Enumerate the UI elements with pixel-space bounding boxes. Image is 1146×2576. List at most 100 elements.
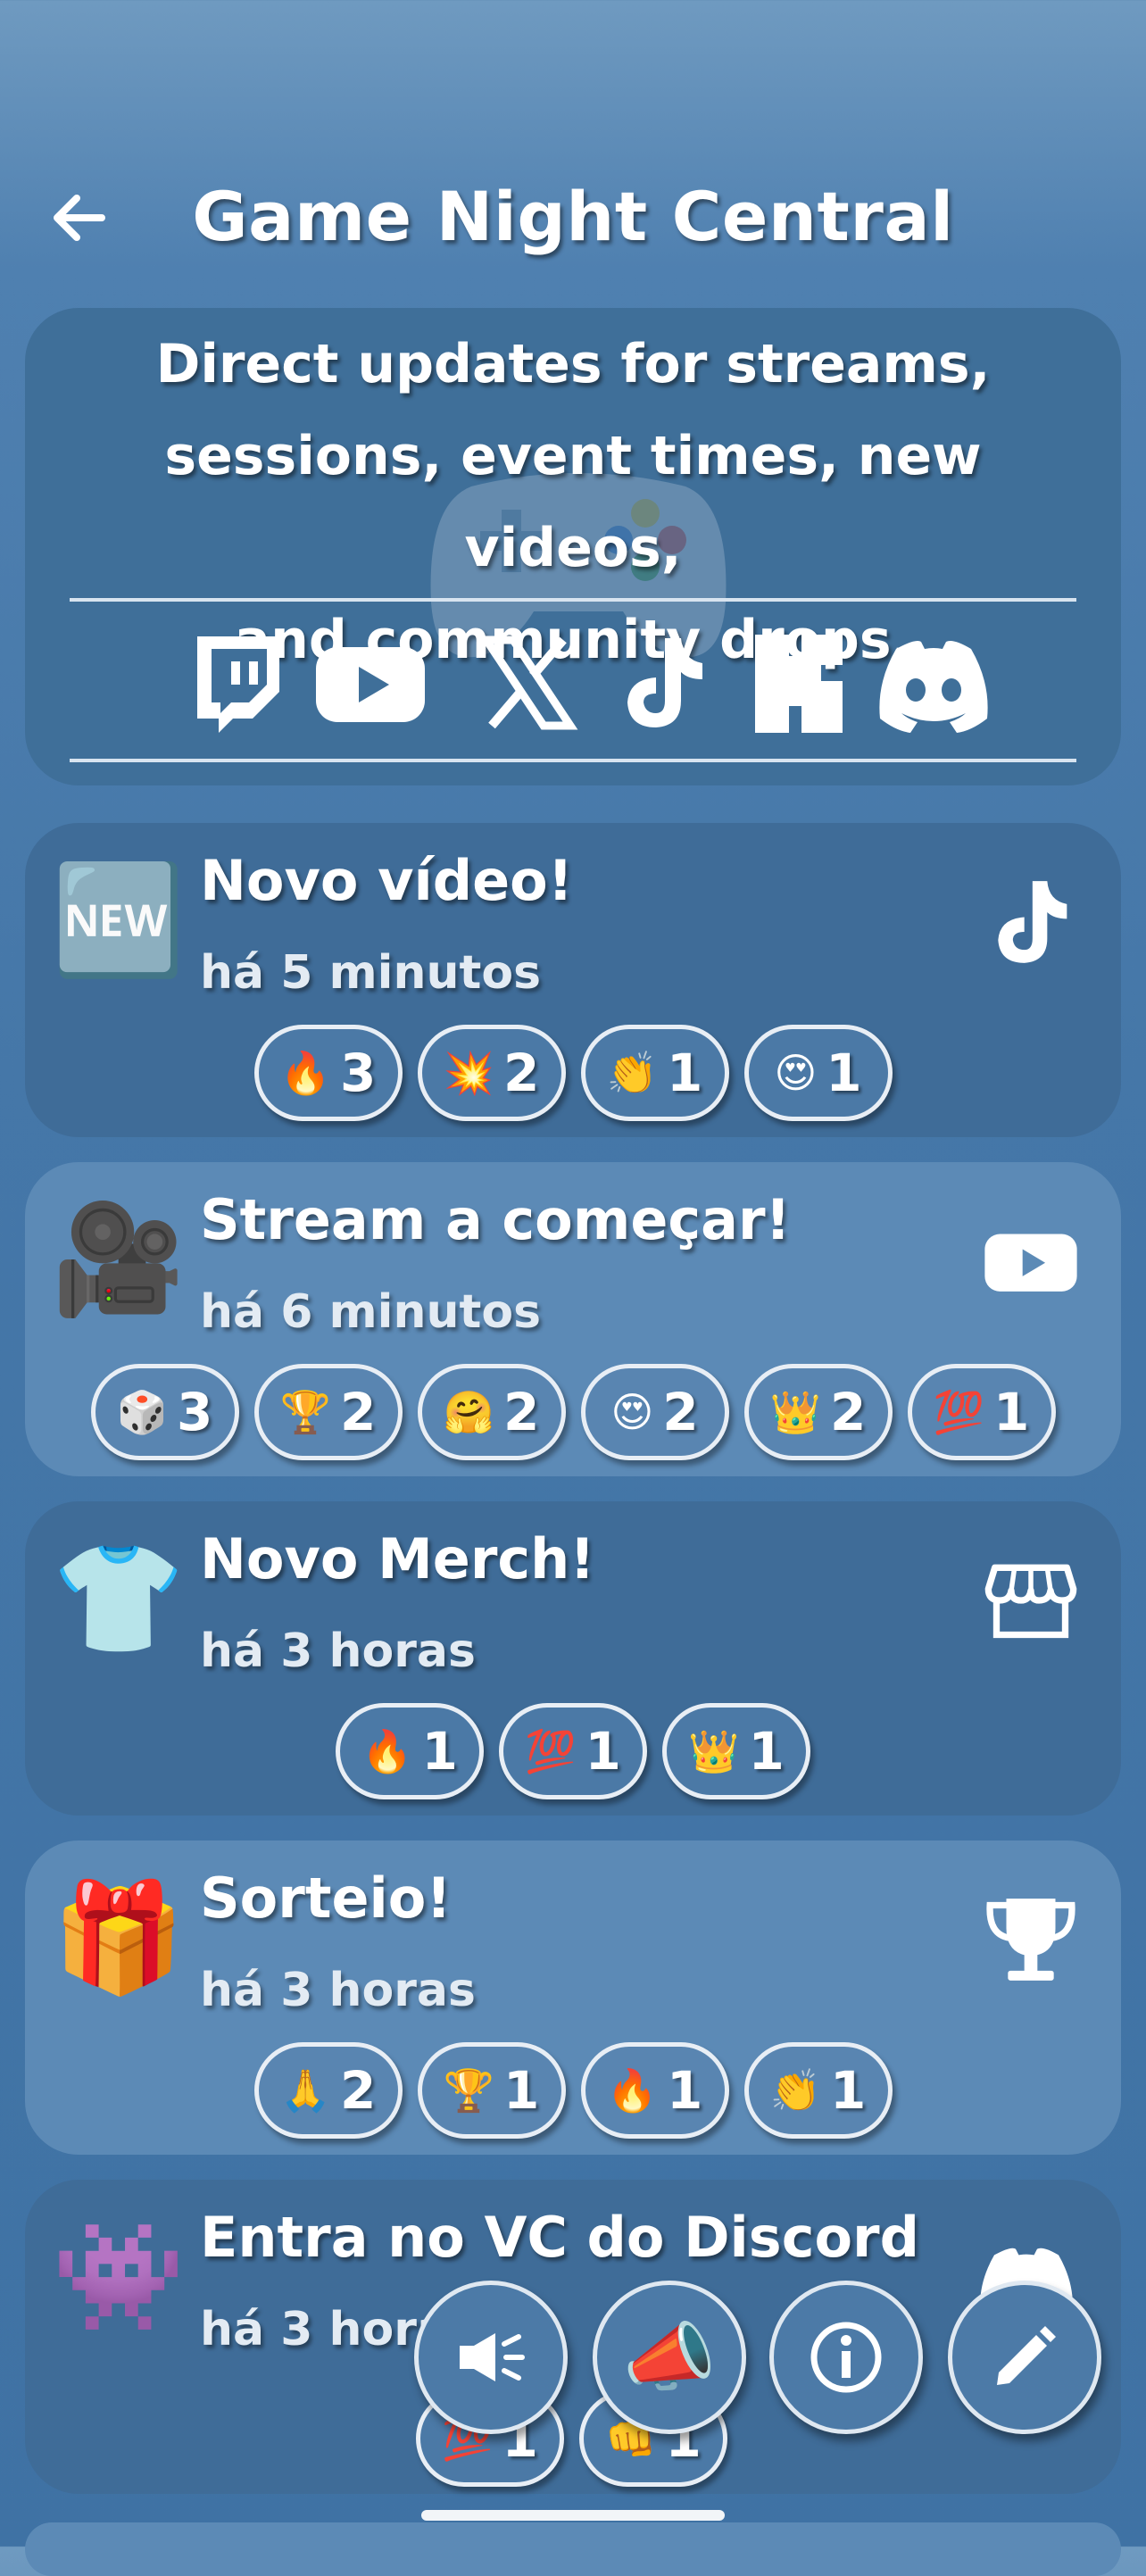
info-card: Direct updates for streams, sessions, ev… [25, 308, 1121, 785]
reaction-emoji: 🎲 [116, 1388, 168, 1436]
reaction-count: 3 [176, 1382, 213, 1442]
reaction-list: 🙏 2 🏆 1 🔥 1 👏 1 [25, 2042, 1121, 2142]
card-title: Entra no VC do Discord [200, 2205, 919, 2270]
alien-monster-icon: 👾 [52, 2215, 186, 2339]
home-indicator [421, 2510, 725, 2521]
card-title: Stream a começar! [200, 1187, 791, 1252]
movie-camera-icon: 🎥 [52, 1198, 186, 1322]
megaphone-button[interactable]: 📣 [593, 2281, 746, 2434]
reaction-pill[interactable]: 👑 1 [662, 1703, 810, 1799]
reaction-pill[interactable]: 🏆 1 [417, 2042, 566, 2139]
reaction-emoji: 🏆 [279, 1388, 331, 1436]
reaction-emoji: 😍 [774, 1049, 818, 1097]
new-badge-icon: 🆕 [52, 859, 186, 983]
reaction-pill[interactable]: 🔥 3 [253, 1025, 403, 1121]
reaction-count: 1 [748, 1721, 785, 1782]
feed-card[interactable]: 🎥 Stream a começar! há 6 minutos 🎲 3 🏆 2 🤗… [25, 1162, 1121, 1476]
reaction-count: 1 [992, 1382, 1030, 1442]
reaction-count: 1 [421, 1721, 458, 1782]
reaction-count: 2 [339, 1382, 377, 1442]
reaction-emoji: 👏 [606, 1049, 658, 1097]
divider [70, 759, 1076, 762]
feed-card[interactable]: 🆕 Novo vídeo! há 5 minutos 🔥 3 💥 2 👏 1 😍 1 [25, 823, 1121, 1137]
feed-card-partial [25, 2522, 1121, 2576]
edit-button[interactable] [948, 2281, 1101, 2434]
edit-icon [997, 2326, 1056, 2385]
reaction-emoji: 💯 [525, 1727, 577, 1775]
reaction-count: 1 [666, 1043, 703, 1103]
reaction-pill[interactable]: 💯 1 [907, 1364, 1056, 1460]
reaction-emoji: 👑 [769, 1388, 821, 1436]
reaction-list: 💯 1 👊 1 [25, 2390, 1121, 2490]
reaction-emoji: 😍 [610, 1388, 654, 1436]
kick-icon[interactable] [748, 629, 855, 736]
twitch-icon[interactable] [181, 629, 288, 736]
card-timestamp: há 3 horas [200, 1964, 476, 2017]
info-icon [810, 2322, 882, 2393]
discord-icon[interactable] [871, 629, 996, 736]
reaction-count: 1 [829, 2060, 867, 2121]
reaction-emoji: 👑 [688, 1727, 740, 1775]
reaction-list: 🔥 1 💯 1 👑 1 [25, 1703, 1121, 1803]
card-title: Sorteio! [200, 1866, 452, 1931]
reaction-pill[interactable]: 💥 2 [417, 1025, 566, 1121]
reaction-emoji: 🔥 [279, 1049, 331, 1097]
store-icon [984, 1564, 1077, 1639]
reaction-pill[interactable]: 👏 1 [580, 1025, 729, 1121]
reaction-emoji: 🤗 [443, 1388, 494, 1436]
reaction-pill[interactable]: 🙏 2 [253, 2042, 403, 2139]
tiktok-icon [998, 881, 1067, 963]
reaction-count: 1 [502, 2060, 540, 2121]
reaction-count: 2 [502, 1043, 540, 1103]
card-timestamp: há 5 minutos [200, 946, 542, 1000]
card-timestamp: há 3 horas [200, 1625, 476, 1678]
social-links [25, 629, 1121, 736]
card-timestamp: há 3 hora [200, 2303, 448, 2356]
divider [70, 598, 1076, 602]
reaction-pill[interactable]: 💯 1 [499, 1703, 647, 1799]
youtube-icon [984, 1234, 1077, 1292]
reaction-emoji: 🔥 [606, 2066, 658, 2115]
reaction-emoji: 🔥 [361, 1727, 413, 1775]
reaction-pill[interactable]: 🔥 1 [580, 2042, 729, 2139]
announce-icon [460, 2333, 525, 2381]
t-shirt-icon: 👕 [52, 1537, 186, 1661]
youtube-icon[interactable] [312, 629, 428, 736]
gift-icon: 🎁 [52, 1876, 186, 2000]
reaction-count: 2 [662, 1382, 699, 1442]
reaction-count: 2 [502, 1382, 540, 1442]
reaction-count: 1 [666, 2060, 703, 2121]
card-title: Novo Merch! [200, 1526, 595, 1591]
reaction-list: 🎲 3 🏆 2 🤗 2 😍 2 👑 2 💯 1 [25, 1364, 1121, 1464]
feed-card[interactable]: 🎁 Sorteio! há 3 horas 🙏 2 🏆 1 🔥 1 👏 1 [25, 1841, 1121, 2155]
reaction-emoji: 💥 [443, 1049, 494, 1097]
megaphone-icon: 📣 [622, 2314, 717, 2401]
top-bar: Game Night Central [0, 161, 1146, 277]
reaction-emoji: 👏 [769, 2066, 821, 2115]
card-title: Novo vídeo! [200, 848, 574, 913]
reaction-count: 3 [339, 1043, 377, 1103]
reaction-pill[interactable]: 😍 2 [580, 1364, 729, 1460]
x-icon[interactable] [474, 629, 581, 736]
reaction-count: 1 [585, 1721, 621, 1782]
reaction-pill[interactable]: 🔥 1 [336, 1703, 484, 1799]
reaction-pill[interactable]: 👏 1 [743, 2042, 893, 2139]
reaction-count: 2 [339, 2060, 377, 2121]
card-timestamp: há 6 minutos [200, 1285, 542, 1339]
page-title: Game Night Central [192, 177, 954, 256]
feed-card[interactable]: 👕 Novo Merch! há 3 horas 🔥 1 💯 1 👑 1 [25, 1501, 1121, 1816]
info-line: Direct updates for streams, [155, 333, 991, 395]
trophy-icon [986, 1899, 1075, 1981]
reaction-count: 1 [826, 1043, 862, 1103]
tiktok-icon[interactable] [610, 629, 717, 736]
reaction-pill[interactable]: 🏆 2 [253, 1364, 403, 1460]
reaction-pill[interactable]: 😍 1 [743, 1025, 893, 1121]
reaction-emoji: 💯 [933, 1388, 984, 1436]
reaction-pill[interactable]: 👑 2 [743, 1364, 893, 1460]
reaction-pill[interactable]: 🤗 2 [417, 1364, 566, 1460]
info-button[interactable] [769, 2281, 923, 2434]
announce-button[interactable] [414, 2281, 568, 2434]
reaction-count: 2 [829, 1382, 867, 1442]
reaction-pill[interactable]: 🎲 3 [90, 1364, 239, 1460]
reaction-emoji: 🙏 [279, 2066, 331, 2115]
